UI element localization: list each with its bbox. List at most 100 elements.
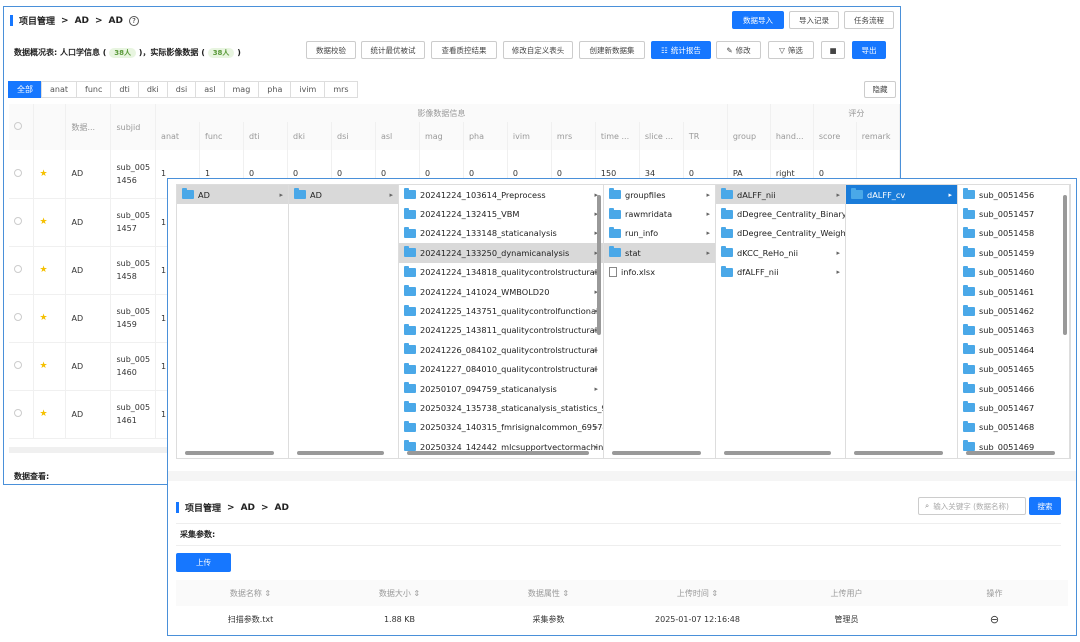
question-circle-icon[interactable]: ? — [128, 15, 139, 26]
browser-item[interactable]: sub_0051457 — [958, 204, 1069, 223]
col-header-hand[interactable]: hand... — [770, 122, 814, 150]
browser-item[interactable]: info.xlsx — [604, 263, 715, 282]
browser-item[interactable]: 20241224_133148_staticanalysis▸ — [399, 224, 603, 243]
browser-item[interactable]: run_info ▸ — [604, 224, 715, 243]
browser-item[interactable]: 20241226_084102_qualitycontrolstructural… — [399, 340, 603, 359]
tab-mag[interactable]: mag — [223, 81, 260, 98]
edit-button[interactable]: ✎ 修改 — [716, 41, 761, 59]
horizontal-scrollbar[interactable] — [724, 451, 831, 455]
browser-item[interactable]: sub_0051458 — [958, 224, 1069, 243]
browser-item[interactable]: rawmridata ▸ — [604, 204, 715, 223]
col-header-pha[interactable]: pha — [463, 122, 508, 150]
tab-anat[interactable]: anat — [41, 81, 78, 98]
tab-mrs[interactable]: mrs — [324, 81, 358, 98]
browser-item[interactable]: dALFF_cv ▸ — [846, 185, 957, 205]
col-header-group[interactable]: group — [727, 122, 771, 150]
col-header-dsi[interactable]: dsi — [331, 122, 376, 150]
col-header-score[interactable]: score — [813, 122, 857, 150]
col-header-tr[interactable]: TR — [683, 122, 728, 150]
data-import-button[interactable]: 数据导入 — [732, 11, 784, 29]
stats-report-button[interactable]: ☷ 统计报告 — [651, 41, 711, 59]
horizontal-scrollbar[interactable] — [185, 451, 274, 455]
browser-item[interactable]: 20241224_132415_VBM▸ — [399, 204, 603, 223]
tab-asl[interactable]: asl — [195, 81, 225, 98]
browser-item[interactable]: sub_0051466 — [958, 379, 1069, 398]
tab-dki[interactable]: dki — [137, 81, 168, 98]
hide-button[interactable]: 隐藏 — [864, 81, 896, 98]
horizontal-scrollbar[interactable] — [297, 451, 384, 455]
star-icon[interactable]: ★ — [39, 265, 47, 275]
more-actions-icon[interactable]: ⊖ — [921, 613, 1068, 626]
th-attr[interactable]: 数据属性 ⇕ — [474, 588, 623, 599]
col-header-subjid[interactable]: subjid — [110, 104, 157, 150]
search-button[interactable]: 搜索 — [1029, 497, 1061, 515]
row-radio[interactable] — [14, 168, 22, 177]
table-row[interactable]: 扫描参数.txt 1.88 KB 采集参数 2025-01-07 12:16:4… — [176, 606, 1068, 632]
browser-item[interactable]: sub_0051464 — [958, 340, 1069, 359]
col-header-time[interactable]: time ... — [595, 122, 640, 150]
browser-item[interactable]: AD ▸ — [177, 185, 288, 205]
browser-item[interactable]: dKCC_ReHo_nii ▸ — [716, 243, 845, 262]
row-radio[interactable] — [14, 265, 22, 273]
breadcrumb-ad-1[interactable]: AD — [75, 16, 89, 26]
browser-item[interactable]: sub_0051460 — [958, 263, 1069, 282]
browser-item[interactable]: AD ▸ — [289, 185, 398, 205]
tab-pha[interactable]: pha — [258, 81, 292, 98]
browser-item[interactable]: stat ▸ — [604, 243, 715, 263]
col-header-asl[interactable]: asl — [375, 122, 420, 150]
browser-item[interactable]: sub_0051459 — [958, 243, 1069, 262]
tab-dsi[interactable]: dsi — [166, 81, 197, 98]
col-header-mag[interactable]: mag — [419, 122, 464, 150]
browser-item[interactable]: groupfiles ▸ — [604, 185, 715, 204]
horizontal-scrollbar[interactable] — [966, 451, 1055, 455]
col-header-slice[interactable]: slice ... — [639, 122, 684, 150]
star-icon[interactable]: ★ — [39, 361, 47, 371]
task-flow-button[interactable]: 任务流程 — [844, 11, 894, 29]
column-toggle-button[interactable]: ■ — [821, 41, 845, 59]
browser-item[interactable]: 20241225_143811_qualitycontrolstructural… — [399, 321, 603, 340]
horizontal-scrollbar[interactable] — [407, 451, 589, 455]
row-radio[interactable] — [14, 217, 22, 225]
browser-item[interactable]: 20241224_133250_dynamicanalysis▸ — [399, 243, 603, 263]
star-icon[interactable]: ★ — [39, 169, 47, 179]
horizontal-scrollbar[interactable] — [612, 451, 701, 455]
browser-item[interactable]: sub_0051468 — [958, 418, 1069, 437]
star-icon[interactable]: ★ — [39, 409, 47, 419]
col-header-data[interactable]: 数据... — [65, 104, 112, 150]
star-icon[interactable]: ★ — [39, 217, 47, 227]
vertical-scrollbar[interactable] — [1063, 195, 1067, 335]
browser-item[interactable]: dALFF_nii ▸ — [716, 185, 845, 205]
breadcrumb-project[interactable]: 项目管理 — [185, 501, 221, 514]
browser-item[interactable]: 20250324_140315_fmrisignalcommon_695741 ▸ — [399, 418, 603, 437]
browser-item[interactable]: sub_0051465 — [958, 360, 1069, 379]
row-radio[interactable] — [14, 409, 22, 417]
data-check-button[interactable]: 数据校验 — [306, 41, 356, 59]
row-radio[interactable] — [14, 313, 22, 321]
create-dataset-button[interactable]: 创建新数据集 — [579, 41, 645, 59]
th-time[interactable]: 上传时间 ⇕ — [623, 588, 772, 599]
browser-item[interactable]: 20241224_134818_qualitycontrolstructural… — [399, 263, 603, 282]
browser-item[interactable]: sub_0051462 — [958, 301, 1069, 320]
browser-item[interactable]: dDegree_Centrality_Weighted — [716, 224, 845, 243]
browser-item[interactable]: 20241224_141024_WMBOLD20▸ — [399, 282, 603, 301]
filter-button[interactable]: ▽ 筛选 — [768, 41, 814, 59]
import-records-button[interactable]: 导入记录 — [789, 11, 839, 29]
vertical-scrollbar[interactable] — [597, 195, 601, 335]
browser-item[interactable]: 20250324_135738_staticanalysis_statistic… — [399, 398, 603, 417]
browser-item[interactable]: 20241225_143751_qualitycontrolfunctional… — [399, 301, 603, 320]
qc-results-button[interactable]: 查看质控结果 — [431, 41, 497, 59]
browser-item[interactable]: sub_0051461 — [958, 282, 1069, 301]
best-subject-button[interactable]: 统计最优被试 — [361, 41, 425, 59]
th-name[interactable]: 数据名称 ⇕ — [176, 588, 325, 599]
th-size[interactable]: 数据大小 ⇕ — [325, 588, 474, 599]
horizontal-scrollbar[interactable] — [854, 451, 943, 455]
col-header-mrs[interactable]: mrs — [551, 122, 596, 150]
search-input[interactable]: ⌕ 输入关键字 (数据名称) — [918, 497, 1026, 515]
col-header-remark[interactable]: remark — [856, 122, 901, 150]
col-header-ivim[interactable]: ivim — [507, 122, 552, 150]
browser-item[interactable]: sub_0051467 — [958, 398, 1069, 417]
col-header-dki[interactable]: dki — [287, 122, 332, 150]
browser-item[interactable]: sub_0051456 — [958, 185, 1069, 204]
col-header-func[interactable]: func — [199, 122, 245, 150]
edit-header-button[interactable]: 修改自定义表头 — [503, 41, 573, 59]
